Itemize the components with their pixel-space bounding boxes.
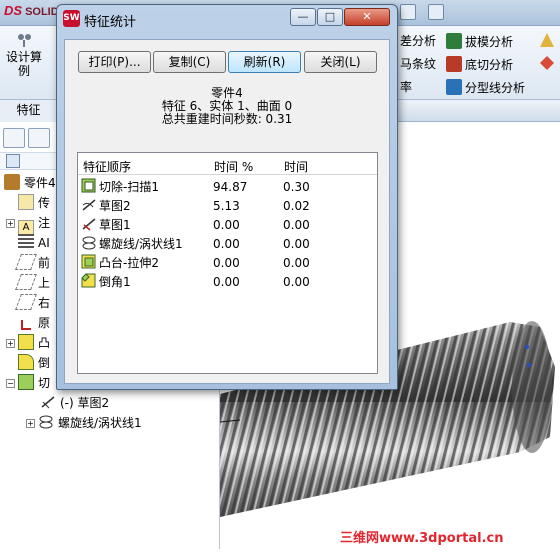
origin-icon xyxy=(21,320,31,330)
parting-line-analysis-button[interactable]: 分型线分析 xyxy=(446,79,525,96)
cut-sweep-icon xyxy=(18,374,34,390)
sketch-icon xyxy=(81,216,97,232)
minimize-button[interactable]: — xyxy=(290,8,316,26)
material-icon xyxy=(18,234,34,250)
feature-manager-tab[interactable] xyxy=(3,128,25,148)
chamfer-icon xyxy=(81,273,97,289)
cut-sweep-icon xyxy=(81,178,97,194)
maximize-button[interactable]: □ xyxy=(317,8,343,26)
plane-icon xyxy=(15,274,37,290)
refresh-button[interactable]: 刷新(R) xyxy=(228,51,301,73)
tree-item[interactable]: 右 xyxy=(6,293,50,313)
parting-line-icon xyxy=(446,79,462,95)
undercut-analysis-button[interactable]: 底切分析 xyxy=(446,56,513,73)
tree-item[interactable]: AI xyxy=(6,233,50,253)
table-row[interactable]: 切除-扫描1 94.87 0.30 xyxy=(78,178,377,197)
print-button[interactable]: 打印(P)... xyxy=(78,51,151,73)
tree-root[interactable]: 零件4 xyxy=(4,173,56,193)
table-row[interactable]: 草图1 0.00 0.00 xyxy=(78,216,377,235)
table-row[interactable]: 凸台-拉伸2 0.00 0.00 xyxy=(78,254,377,273)
filter-icon[interactable] xyxy=(6,154,20,168)
sketch-icon xyxy=(81,197,97,213)
tree-item[interactable]: 倒 xyxy=(6,353,50,373)
tree-item[interactable]: 原 xyxy=(6,313,50,333)
plane-icon xyxy=(15,254,37,270)
undercut-analysis-icon xyxy=(446,56,462,72)
tab-features[interactable]: 特征 xyxy=(0,100,58,122)
design-study-label: 设计算例 xyxy=(5,50,42,78)
draft-analysis-button[interactable]: 拔模分析 xyxy=(446,33,513,50)
tree-item[interactable]: + A 注 xyxy=(6,213,50,236)
draft-analysis-icon xyxy=(446,33,462,49)
curvature-button[interactable]: 率 xyxy=(400,79,412,95)
part-icon xyxy=(4,174,20,190)
copy-button[interactable]: 复制(C) xyxy=(153,51,226,73)
sketch-icon xyxy=(40,394,56,410)
zebra-stripes-button[interactable]: 马条纹 xyxy=(400,56,436,72)
extrude-icon xyxy=(18,334,34,350)
tree-item[interactable]: 前 xyxy=(6,253,50,273)
close-button[interactable]: 关闭(L) xyxy=(304,51,377,73)
table-row[interactable]: 草图2 5.13 0.02 xyxy=(78,197,377,216)
rebuild-time: 总共重建时间秒数: 0.31 xyxy=(161,112,293,126)
sensor-icon xyxy=(18,194,34,210)
solidworks-app-icon: SW xyxy=(63,10,80,27)
close-window-button[interactable]: ✕ xyxy=(344,8,390,26)
helix-icon xyxy=(81,235,97,251)
tree-item[interactable]: 上 xyxy=(6,273,50,293)
fillet-icon xyxy=(18,354,34,370)
helix-icon xyxy=(38,414,54,430)
column-header-order[interactable]: 特征顺序 xyxy=(83,158,131,175)
column-header-pct[interactable]: 时间 % xyxy=(214,158,253,175)
plane-icon xyxy=(15,294,37,310)
options-icon[interactable] xyxy=(428,4,444,20)
tree-item[interactable]: + 螺旋线/涡状线1 xyxy=(26,413,142,433)
tree-item[interactable]: + 凸 xyxy=(6,333,50,353)
column-header-time[interactable]: 时间 xyxy=(284,158,308,175)
design-study-button[interactable]: 设计算例 xyxy=(4,32,44,78)
open-icon[interactable] xyxy=(400,4,416,20)
tree-item[interactable]: (-) 草图2 xyxy=(40,393,109,413)
tree-item[interactable]: − 切 xyxy=(6,373,50,393)
extrude-icon xyxy=(81,254,97,270)
table-row[interactable]: 倒角1 0.00 0.00 xyxy=(78,273,377,292)
property-manager-tab[interactable] xyxy=(28,128,50,148)
design-study-icon xyxy=(18,34,31,47)
dialog-title: 特征统计 xyxy=(84,15,137,30)
site-watermark: 三维网www.3dportal.cn xyxy=(340,531,504,546)
tree-item[interactable]: 传 xyxy=(6,193,50,213)
table-row[interactable]: 螺旋线/涡状线1 0.00 0.00 xyxy=(78,235,377,254)
deviation-analysis-button[interactable]: 差分析 xyxy=(400,33,436,49)
header-divider xyxy=(78,174,377,175)
